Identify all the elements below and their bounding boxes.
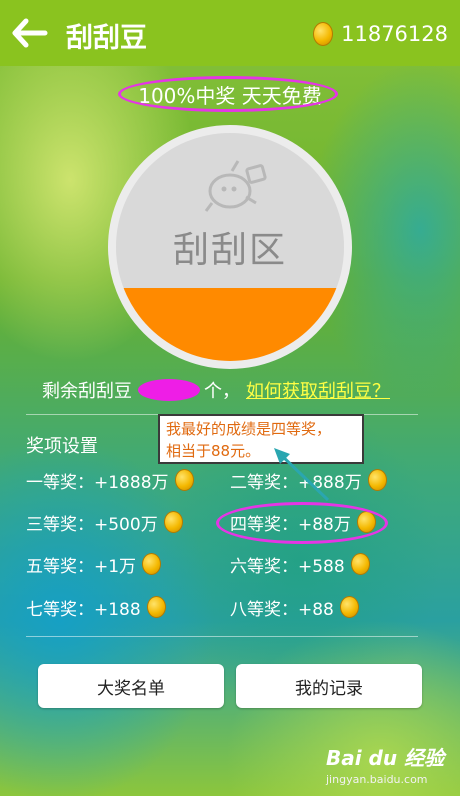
gold-bean-icon xyxy=(339,596,359,618)
prize-settings-heading: 奖项设置 xyxy=(26,436,98,457)
highlight-ellipse xyxy=(216,502,388,544)
top-bar: 刮刮豆 11876128 xyxy=(0,0,460,66)
gold-bean-icon xyxy=(163,511,183,533)
gold-bean-icon xyxy=(350,553,370,575)
prize-text: 一等奖：+1888万 xyxy=(26,472,169,493)
prize-item: 三等奖：+500万 xyxy=(26,508,183,536)
prize-item: 一等奖：+1888万 xyxy=(26,466,194,494)
balance-value: 11876128 xyxy=(341,22,448,46)
prize-item: 五等奖：+1万 xyxy=(26,550,162,578)
my-records-button[interactable]: 我的记录 xyxy=(236,664,422,708)
bean-mascot-icon xyxy=(204,160,267,212)
prize-text: 六等奖：+588 xyxy=(230,556,345,577)
callout-arrow-icon xyxy=(274,448,330,502)
gold-bean-icon xyxy=(174,469,194,491)
prize-item: 六等奖：+588 xyxy=(230,550,370,578)
watermark-url: jingyan.baidu.com xyxy=(326,773,428,786)
gold-bean-icon xyxy=(142,553,162,575)
bean-balance: 11876128 xyxy=(313,20,448,48)
scratch-area[interactable]: 刮刮区 xyxy=(108,125,352,369)
watermark-logo: Bai du 经验 xyxy=(326,746,445,770)
highlight-ellipse xyxy=(118,76,338,112)
callout-line: 我最好的成绩是四等奖， xyxy=(166,420,332,438)
scratch-orange-band xyxy=(116,288,344,361)
divider xyxy=(26,636,418,637)
prize-item: 八等奖：+88 xyxy=(230,593,359,621)
prize-text: 三等奖：+500万 xyxy=(26,514,158,535)
gold-bean-icon xyxy=(367,469,387,491)
prize-text: 五等奖：+1万 xyxy=(26,556,137,577)
top-prize-list-button[interactable]: 大奖名单 xyxy=(38,664,224,708)
redacted-count xyxy=(138,379,200,401)
page-title: 刮刮豆 xyxy=(66,23,147,54)
prize-text: 八等奖：+88 xyxy=(230,599,334,620)
back-arrow-icon[interactable] xyxy=(10,14,50,52)
prize-text: 七等奖：+188 xyxy=(26,599,141,620)
remaining-prefix: 剩余刮刮豆 xyxy=(42,381,132,402)
remaining-suffix: 个， xyxy=(204,381,240,402)
gold-bean-icon xyxy=(146,596,166,618)
how-to-get-beans-link[interactable]: 如何获取刮刮豆？ xyxy=(246,377,390,403)
scratch-area-label: 刮刮区 xyxy=(172,230,287,271)
gold-bean-icon xyxy=(313,22,334,46)
watermark: Bai du 经验 jingyan.baidu.com xyxy=(326,742,446,792)
remaining-beans-row: 剩余刮刮豆 个， 如何获取刮刮豆？ xyxy=(42,376,390,404)
prize-item: 七等奖：+188 xyxy=(26,593,166,621)
